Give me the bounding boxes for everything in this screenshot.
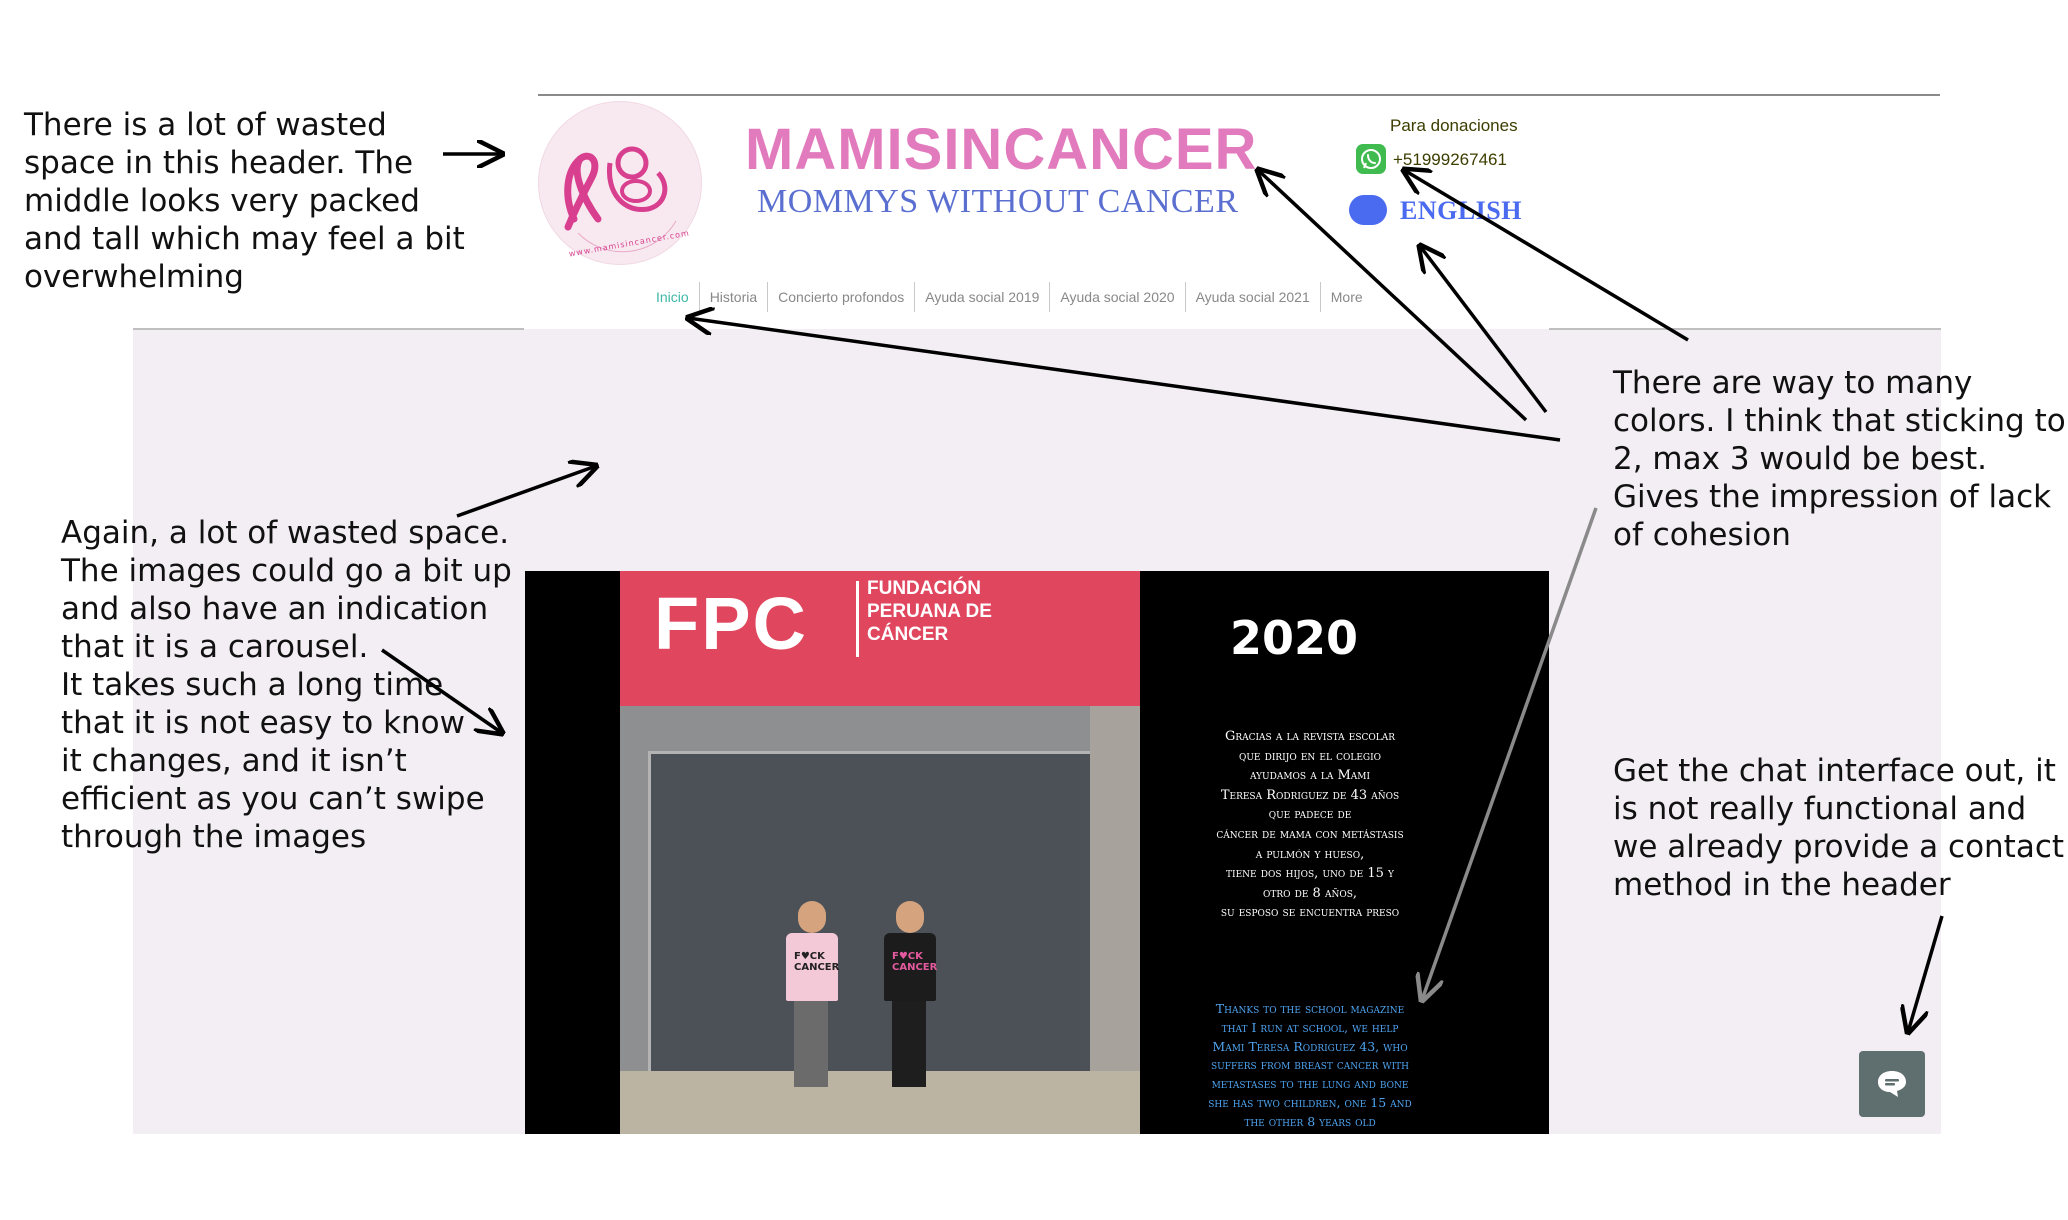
arrow-to-brand-title [1258,170,1528,422]
annotation-arrows [381,0,1944,1220]
arrow-to-nav-active [688,318,1561,442]
arrow-to-hero-space [456,466,596,518]
arrow-to-english-text [1422,507,1598,1000]
arrow-to-whatsapp [1404,170,1689,342]
arrow-to-carousel [381,648,502,733]
arrow-to-chat [1908,915,1944,1032]
arrow-to-language [1420,246,1548,414]
